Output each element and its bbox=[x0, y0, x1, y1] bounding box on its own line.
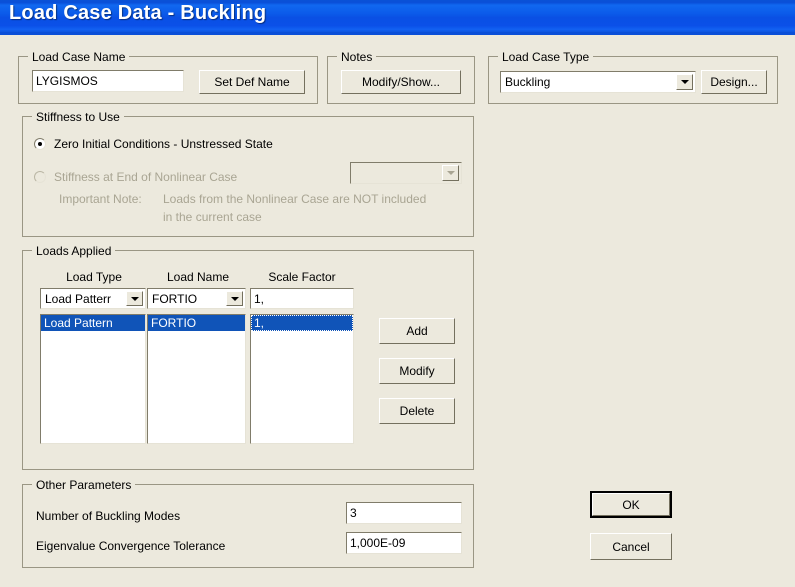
cancel-label: Cancel bbox=[612, 539, 650, 554]
design-label: Design... bbox=[710, 75, 758, 89]
modify-load-button[interactable]: Modify bbox=[379, 358, 455, 384]
radio-nonlinear-label: Stiffness at End of Nonlinear Case bbox=[54, 170, 238, 184]
load-type-editor-value: Load Patterr bbox=[45, 291, 112, 306]
important-note-line1: Loads from the Nonlinear Case are NOT in… bbox=[163, 192, 427, 206]
titlebar-underline bbox=[0, 32, 795, 35]
window-title: Load Case Data - Buckling bbox=[9, 2, 267, 24]
radio-button-icon-zero-initial[interactable] bbox=[34, 138, 46, 150]
radio-zero-initial-label: Zero Initial Conditions - Unstressed Sta… bbox=[54, 137, 273, 151]
load-case-name-value: LYGISMOS bbox=[36, 74, 98, 88]
ok-label: OK bbox=[622, 497, 640, 512]
ok-button-inner: OK bbox=[592, 493, 670, 516]
modify-label: Modify bbox=[399, 364, 435, 378]
other-parameters-group-title: Other Parameters bbox=[32, 478, 136, 492]
column-header-scale-factor: Scale Factor bbox=[268, 270, 336, 284]
column-header-load-name: Load Name bbox=[166, 270, 230, 284]
load-name-editor-combo[interactable]: FORTIO bbox=[147, 288, 246, 309]
delete-load-button[interactable]: Delete bbox=[379, 398, 455, 424]
set-def-name-label: Set Def Name bbox=[214, 75, 290, 89]
load-name-editor-value: FORTIO bbox=[152, 291, 198, 306]
ok-button[interactable]: OK bbox=[590, 491, 672, 518]
num-buckling-modes-label: Number of Buckling Modes bbox=[36, 509, 181, 523]
num-buckling-modes-value: 3 bbox=[350, 506, 357, 520]
chevron-down-icon[interactable] bbox=[676, 74, 693, 90]
nonlinear-case-combo[interactable] bbox=[350, 162, 462, 184]
set-def-name-button[interactable]: Set Def Name bbox=[199, 70, 305, 94]
radio-button-icon-nonlinear[interactable] bbox=[34, 171, 46, 183]
chevron-down-icon-load-name[interactable] bbox=[226, 291, 243, 306]
design-button[interactable]: Design... bbox=[701, 70, 767, 94]
notes-modify-show-button[interactable]: Modify/Show... bbox=[341, 70, 461, 94]
cancel-button[interactable]: Cancel bbox=[590, 533, 672, 560]
list-item[interactable]: 1, bbox=[251, 315, 353, 331]
load-case-name-input[interactable]: LYGISMOS bbox=[32, 70, 184, 92]
chevron-down-icon-nonlinear[interactable] bbox=[442, 165, 459, 181]
load-case-type-combo[interactable]: Buckling bbox=[500, 71, 696, 93]
eigenvalue-tolerance-value: 1,000E-09 bbox=[350, 536, 406, 550]
load-type-listbox[interactable]: Load Pattern bbox=[40, 314, 146, 444]
loads-applied-group-title: Loads Applied bbox=[32, 244, 116, 258]
scale-factor-editor-value: 1, bbox=[254, 291, 265, 306]
scale-factor-listbox[interactable]: 1, bbox=[250, 314, 354, 444]
load-type-editor-combo[interactable]: Load Patterr bbox=[40, 288, 146, 309]
notes-group-title: Notes bbox=[337, 50, 377, 64]
notes-modify-show-label: Modify/Show... bbox=[361, 75, 441, 89]
eigenvalue-tolerance-input[interactable]: 1,000E-09 bbox=[346, 532, 462, 554]
num-buckling-modes-input[interactable]: 3 bbox=[346, 502, 462, 524]
window-titlebar: Load Case Data - Buckling bbox=[0, 0, 795, 32]
scale-factor-editor-input[interactable]: 1, bbox=[250, 288, 354, 309]
radio-zero-initial-conditions[interactable]: Zero Initial Conditions - Unstressed Sta… bbox=[34, 137, 273, 151]
stiffness-group-title: Stiffness to Use bbox=[32, 110, 124, 124]
load-case-type-value: Buckling bbox=[505, 75, 551, 89]
load-case-name-group-title: Load Case Name bbox=[28, 50, 130, 64]
important-note-label: Important Note: bbox=[59, 192, 142, 206]
column-header-load-type: Load Type bbox=[66, 270, 122, 284]
delete-label: Delete bbox=[399, 404, 435, 418]
load-case-type-group-title: Load Case Type bbox=[498, 50, 594, 64]
load-name-listbox[interactable]: FORTIO bbox=[147, 314, 246, 444]
add-label: Add bbox=[406, 324, 428, 338]
radio-stiffness-end-nonlinear[interactable]: Stiffness at End of Nonlinear Case bbox=[34, 170, 237, 184]
eigenvalue-tolerance-label: Eigenvalue Convergence Tolerance bbox=[36, 539, 226, 553]
important-note-line2: in the current case bbox=[163, 210, 262, 224]
list-item[interactable]: FORTIO bbox=[148, 315, 245, 331]
chevron-down-icon-load-type[interactable] bbox=[126, 291, 143, 306]
other-parameters-group: Other Parameters bbox=[22, 478, 474, 568]
list-item[interactable]: Load Pattern bbox=[41, 315, 145, 331]
add-load-button[interactable]: Add bbox=[379, 318, 455, 344]
